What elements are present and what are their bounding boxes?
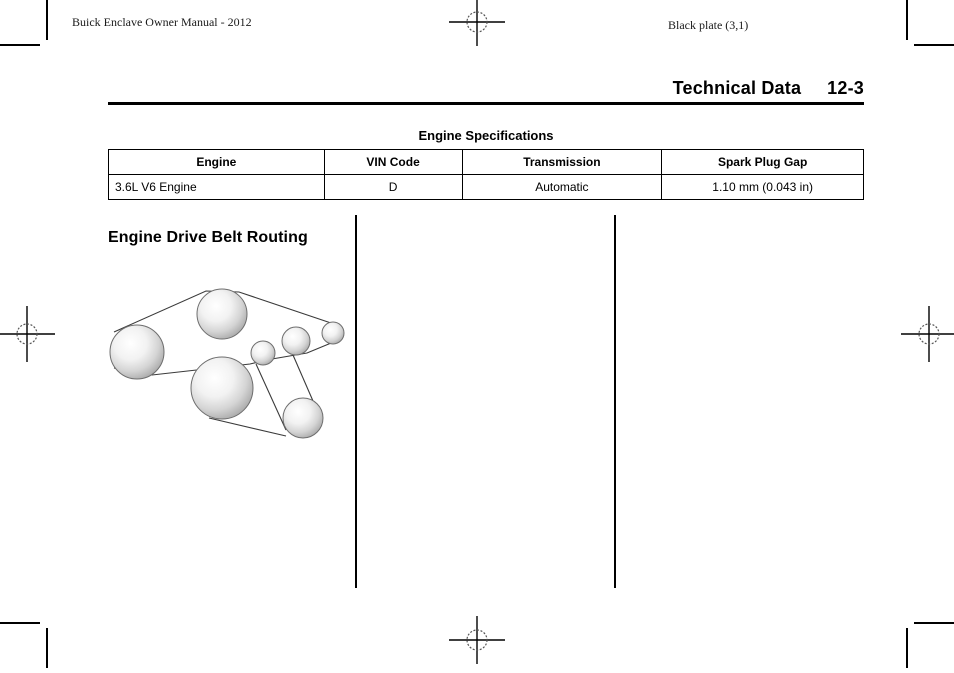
registration-mark-right — [901, 306, 954, 362]
pulley-group — [109, 288, 345, 439]
engine-specifications-table: Engine VIN Code Transmission Spark Plug … — [108, 149, 864, 200]
registration-mark-top — [449, 0, 505, 50]
engine-drive-belt-routing-diagram — [100, 280, 360, 450]
page-title-bar: Technical Data 12-3 — [108, 78, 864, 105]
crop-mark-top-right-vertical — [906, 0, 908, 40]
registration-mark-bottom — [449, 612, 505, 668]
idler-pulley-small — [250, 340, 276, 366]
crop-mark-top-left-vertical — [46, 0, 48, 40]
page-title: Technical Data — [672, 78, 802, 98]
crankshaft-pulley — [190, 356, 254, 420]
table-header-row: Engine VIN Code Transmission Spark Plug … — [108, 149, 864, 175]
cell-spark-plug-gap: 1.10 mm (0.043 in) — [661, 174, 864, 200]
spec-table-caption: Engine Specifications — [418, 128, 554, 143]
cell-engine: 3.6L V6 Engine — [108, 174, 325, 200]
water-pump-pulley — [109, 324, 165, 380]
column-header-spark-plug-gap: Spark Plug Gap — [661, 149, 864, 175]
tensioner-pulley — [281, 326, 311, 356]
column-header-transmission: Transmission — [461, 149, 663, 175]
cell-vin-code: D — [323, 174, 463, 200]
crop-mark-bottom-left-horizontal — [0, 622, 40, 624]
crop-mark-top-right-horizontal — [914, 44, 954, 46]
section-heading-engine-drive-belt-routing: Engine Drive Belt Routing — [108, 229, 308, 246]
running-head-right: Black plate (3,1) — [668, 18, 749, 32]
crop-mark-bottom-right-vertical — [906, 628, 908, 668]
manual-page: Buick Enclave Owner Manual - 2012 Black … — [0, 0, 954, 668]
page-title-rule — [108, 102, 864, 105]
cell-transmission: Automatic — [461, 174, 663, 200]
idler-pulley-right — [321, 321, 345, 345]
column-rule-right — [614, 215, 616, 588]
column-header-engine: Engine — [108, 149, 325, 175]
column-header-vin-code: VIN Code — [323, 149, 463, 175]
running-head-left: Buick Enclave Owner Manual - 2012 — [72, 15, 252, 29]
crop-mark-bottom-left-vertical — [46, 628, 48, 668]
table-row: 3.6L V6 Engine D Automatic 1.10 mm (0.04… — [108, 174, 864, 200]
page-number: 12-3 — [827, 78, 864, 98]
crop-mark-top-left-horizontal — [0, 44, 40, 46]
alternator-pulley — [196, 288, 248, 340]
power-steering-pulley — [282, 397, 324, 439]
registration-mark-left — [0, 306, 55, 362]
crop-mark-bottom-right-horizontal — [914, 622, 954, 624]
